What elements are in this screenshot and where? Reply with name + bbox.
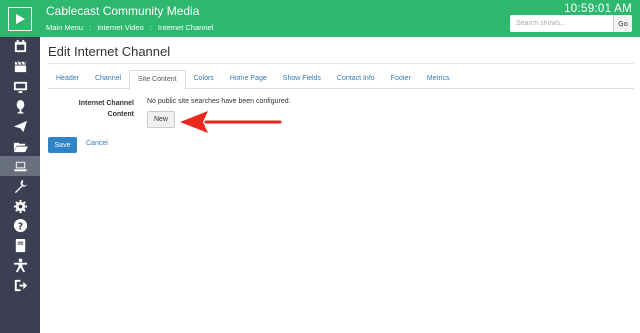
sidebar-nav: ? [0,37,40,296]
app-title: Cablecast Community Media [46,4,200,18]
no-searches-message: No public site searches have been config… [147,98,291,105]
search-go-button[interactable]: Go [613,15,632,32]
search-input[interactable] [510,15,613,32]
clock: 10:59:01 AM [564,3,632,15]
question-icon[interactable]: ? [0,216,40,236]
laptop-icon[interactable] [0,156,40,177]
sign-out-icon[interactable] [0,276,40,296]
microphone-icon[interactable] [0,97,40,117]
breadcrumb-main-menu[interactable]: Main Menu [46,23,83,32]
search-box: Go [510,15,632,32]
page-title: Edit Internet Channel [48,44,171,59]
calendar-icon[interactable] [0,37,40,57]
app-logo[interactable] [0,0,40,37]
svg-text:?: ? [17,222,22,233]
tab-channel[interactable]: Channel [87,70,129,89]
tab-show-fields[interactable]: Show Fields [275,70,329,89]
wrench-icon[interactable] [0,176,40,196]
breadcrumb-separator: : [89,23,92,32]
tab-home-page[interactable]: Home Page [222,70,275,89]
breadcrumb: Main Menu : Internet Video : Internet Ch… [46,23,213,32]
play-logo-icon [8,6,32,31]
top-header: Cablecast Community Media Main Menu : In… [40,0,640,37]
tab-site-content[interactable]: Site Content [129,70,186,90]
save-button[interactable]: Save [48,137,77,153]
tab-footer[interactable]: Footer [383,70,419,89]
breadcrumb-internet-video[interactable]: Internet Video [97,23,144,32]
annotation-arrow-icon [180,111,282,133]
breadcrumb-separator: : [149,23,152,32]
user-accessibility-icon[interactable] [0,256,40,276]
cancel-link[interactable]: Cancel [86,140,108,147]
breadcrumb-internet-channel[interactable]: Internet Channel [158,23,213,32]
sidebar: ? [0,0,40,333]
book-icon[interactable] [0,236,40,256]
tab-bar: Header Channel Site Content Colors Home … [48,70,634,90]
tv-monitor-icon[interactable] [0,77,40,97]
clapperboard-icon[interactable] [0,57,40,77]
internet-channel-content-label: Internet Channel Content [78,100,134,118]
tab-colors[interactable]: Colors [186,70,222,89]
new-button[interactable]: New [147,111,175,128]
gear-icon[interactable] [0,196,40,216]
folder-open-icon[interactable] [0,136,40,156]
title-divider [48,63,634,64]
tab-contact-info[interactable]: Contact Info [329,70,383,89]
send-icon[interactable] [0,117,40,137]
tab-metrics[interactable]: Metrics [419,70,458,89]
tab-header[interactable]: Header [48,70,87,89]
